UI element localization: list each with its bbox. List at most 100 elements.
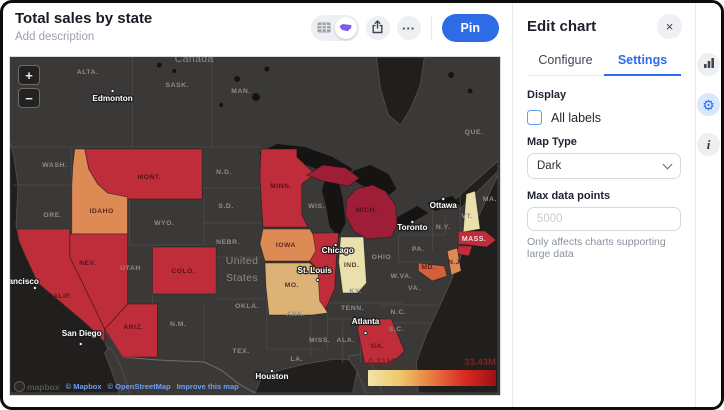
map-label: N.Y. xyxy=(436,224,451,231)
ellipsis-icon: ··· xyxy=(402,21,415,36)
map-label: N.C. xyxy=(390,309,406,316)
map-label: MICH. xyxy=(356,207,378,214)
chart-rail-button[interactable] xyxy=(697,53,720,76)
zoom-in-button[interactable]: + xyxy=(18,65,40,85)
city-dot xyxy=(364,331,367,334)
map-label: ARIZ. xyxy=(123,324,143,331)
map-label: IOWA xyxy=(276,242,296,249)
state-connecticut-rhode-island[interactable] xyxy=(457,246,472,256)
map-label: KY. xyxy=(349,288,361,295)
map-label: WYO. xyxy=(154,220,174,227)
city-label: Atlanta xyxy=(352,317,380,326)
map-label: VA. xyxy=(408,285,421,292)
mapbox-logo[interactable]: mapbox xyxy=(14,381,60,392)
map-label: MISS. xyxy=(309,337,330,344)
chart-header: Total sales by state Add description xyxy=(15,10,152,43)
attrib-osm-link[interactable]: © OpenStreetMap xyxy=(108,382,171,391)
map-label: MD. xyxy=(421,264,435,271)
city-label: San Francisco xyxy=(10,277,39,286)
chevron-down-icon xyxy=(663,160,673,170)
map-type-select[interactable]: Dark xyxy=(527,153,681,179)
display-section-label: Display xyxy=(527,89,681,101)
all-labels-checkbox[interactable] xyxy=(527,110,542,125)
city-label: Edmonton xyxy=(92,94,132,103)
map-chart: CanadaUnitedStatesALTA.SASK.MAN.QUE.WASH… xyxy=(10,57,500,395)
map-attribution: mapbox © Mapbox © OpenStreetMap Improve … xyxy=(14,381,239,392)
tab-settings[interactable]: Settings xyxy=(604,45,681,76)
map-label: N.D. xyxy=(216,169,232,176)
info-rail-button[interactable]: i xyxy=(697,133,720,156)
add-description-link[interactable]: Add description xyxy=(15,31,152,43)
city-dot xyxy=(33,286,36,289)
city-label: Houston xyxy=(255,372,288,381)
map-label: MAN. xyxy=(231,88,251,95)
map-label: WIS. xyxy=(308,203,325,210)
map-label: UTAH xyxy=(120,265,141,272)
map-label: States xyxy=(226,273,258,284)
map-label: MO. xyxy=(285,282,299,289)
map-label: PA. xyxy=(412,246,425,253)
map-label: N.J. xyxy=(448,259,462,266)
map-label: W.VA. xyxy=(391,273,413,280)
map-label: LA. xyxy=(290,356,303,363)
map-label: QUE. xyxy=(465,129,484,136)
max-data-points-input[interactable] xyxy=(527,207,681,231)
country-province-borders xyxy=(12,57,260,147)
map-type-value: Dark xyxy=(537,160,561,172)
map-view-button[interactable] xyxy=(335,17,357,39)
map-label: OHIO xyxy=(372,254,392,261)
close-icon: × xyxy=(666,19,674,34)
attrib-mapbox-link[interactable]: © Mapbox xyxy=(66,382,102,391)
color-legend: 0.71M 33.43M xyxy=(368,357,496,386)
legend-gradient-bar xyxy=(368,370,496,386)
tab-configure[interactable]: Configure xyxy=(527,45,604,75)
map-label: ARK. xyxy=(286,311,305,318)
map-label: MA. xyxy=(483,196,497,203)
map-label: ALA. xyxy=(337,337,355,344)
mapbox-logo-icon xyxy=(14,381,25,392)
panel-title: Edit chart xyxy=(527,18,596,35)
map-label: IND. xyxy=(344,262,359,269)
table-view-button[interactable] xyxy=(313,17,335,39)
more-button[interactable]: ··· xyxy=(397,16,421,40)
map-label: Canada xyxy=(175,57,214,65)
close-button[interactable]: × xyxy=(657,14,682,39)
city-label: Chicago xyxy=(322,246,354,255)
map-label: United xyxy=(226,256,259,267)
view-toggle xyxy=(311,15,359,41)
map-label: S.D. xyxy=(218,203,234,210)
panel-tabs: Configure Settings xyxy=(527,45,681,76)
share-button[interactable] xyxy=(366,16,390,40)
map-label: NEV. xyxy=(79,260,96,267)
app-window: Total sales by state Add description ···… xyxy=(0,0,724,410)
hudson-bay xyxy=(376,57,424,125)
table-icon xyxy=(317,21,331,36)
map-label: IDAHO xyxy=(90,208,114,215)
zoom-out-button[interactable]: − xyxy=(18,88,40,108)
city-dot xyxy=(316,278,319,281)
map-label: TEX. xyxy=(232,348,249,355)
lake-michigan xyxy=(322,178,346,237)
attrib-improve-link[interactable]: Improve this map xyxy=(177,382,239,391)
map-label: NEBR. xyxy=(216,239,240,246)
state-new-hampshire[interactable] xyxy=(463,191,480,232)
max-data-points-helper: Only affects charts supporting large dat… xyxy=(527,236,681,260)
map-label: COLO. xyxy=(171,268,195,275)
map-label: GA. xyxy=(371,343,385,350)
map-label: OKLA. xyxy=(235,303,259,310)
map-label: MASS. xyxy=(462,236,487,243)
all-labels-label: All labels xyxy=(551,111,601,125)
toolbar-divider xyxy=(431,16,432,40)
screenshot-stage: Total sales by state Add description ···… xyxy=(0,0,724,410)
map-label: N.M. xyxy=(170,321,187,328)
edit-chart-panel: Edit chart × Configure Settings Display … xyxy=(512,3,695,407)
city-label: San Diego xyxy=(62,329,102,338)
map-label: SASK. xyxy=(166,82,190,89)
map-label: S.C. xyxy=(389,326,405,333)
us-map-icon xyxy=(338,21,353,36)
settings-rail-button[interactable]: ⚙ xyxy=(697,93,720,116)
max-data-points-label: Max data points xyxy=(527,190,681,202)
info-icon: i xyxy=(707,137,711,153)
pin-button[interactable]: Pin xyxy=(442,14,499,42)
map-label: ALTA. xyxy=(77,69,99,76)
